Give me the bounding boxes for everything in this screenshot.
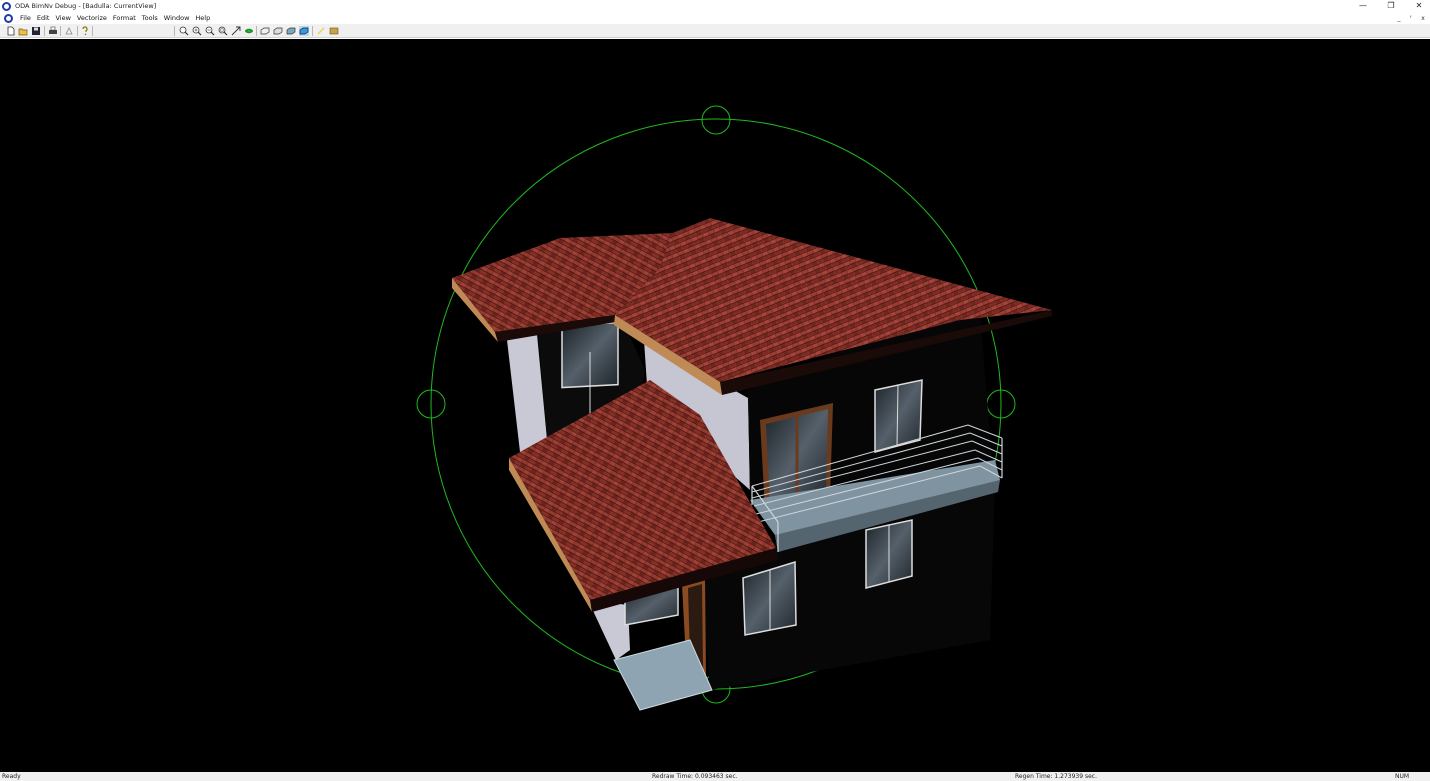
app-logo-icon xyxy=(2,1,11,11)
toolbar-separator xyxy=(77,26,78,36)
menu-vectorize[interactable]: Vectorize xyxy=(74,12,110,24)
zoom-window-icon[interactable] xyxy=(218,26,228,36)
window-upper-right xyxy=(874,379,923,453)
close-button[interactable]: ✕ xyxy=(1414,0,1424,12)
toolbar-separator xyxy=(92,26,93,36)
window-title: ODA BimNv Debug - [Badulla: CurrentView] xyxy=(15,2,157,10)
status-num-lock: NUM xyxy=(1395,773,1410,780)
doc-minimize-button[interactable]: _ xyxy=(1396,15,1402,22)
window-controls: — ❐ ✕ xyxy=(1358,0,1424,12)
orbit-icon[interactable] xyxy=(244,26,254,36)
toolbar-separator xyxy=(60,26,61,36)
toolbar-separator xyxy=(44,26,45,36)
menu-view[interactable]: View xyxy=(52,12,73,24)
toolbar-separator xyxy=(256,26,257,36)
menu-edit[interactable]: Edit xyxy=(34,12,53,24)
new-icon[interactable] xyxy=(6,26,16,36)
menu-format[interactable]: Format xyxy=(110,12,139,24)
restore-button[interactable]: ❐ xyxy=(1386,0,1396,12)
menu-window[interactable]: Window xyxy=(161,12,193,24)
toolbar-separator xyxy=(174,26,175,36)
menu-help[interactable]: Help xyxy=(192,12,213,24)
doc-close-button[interactable]: x xyxy=(1420,15,1426,22)
pan-icon[interactable] xyxy=(231,26,241,36)
print-preview-icon[interactable] xyxy=(64,26,74,36)
minimize-button[interactable]: — xyxy=(1358,0,1368,12)
doc-restore-button[interactable]: ᶠ xyxy=(1408,15,1414,22)
zoom-out-icon[interactable] xyxy=(205,26,215,36)
document-icon[interactable] xyxy=(4,13,13,23)
light-icon[interactable] xyxy=(316,26,326,36)
toolbar xyxy=(0,24,1430,38)
status-bar: Ready Redraw Time: 0.093463 sec. Regen T… xyxy=(0,772,1430,781)
zoom-extents-icon[interactable] xyxy=(179,26,189,36)
menu-bar: File Edit View Vectorize Format Tools Wi… xyxy=(0,12,1430,24)
print-icon[interactable] xyxy=(48,26,58,36)
gouraud-shaded-icon[interactable] xyxy=(299,26,309,36)
title-bar[interactable]: ODA BimNv Debug - [Badulla: CurrentView]… xyxy=(0,0,1430,12)
app-window: ODA BimNv Debug - [Badulla: CurrentView]… xyxy=(0,0,1430,781)
open-icon[interactable] xyxy=(18,26,28,36)
menu-tools[interactable]: Tools xyxy=(139,12,161,24)
status-ready: Ready xyxy=(2,773,21,780)
wireframe-icon[interactable] xyxy=(260,26,270,36)
zoom-in-icon[interactable] xyxy=(192,26,202,36)
house-model-render[interactable] xyxy=(0,39,1430,772)
help-icon[interactable] xyxy=(80,26,90,36)
model-viewport[interactable] xyxy=(0,39,1430,772)
document-window-controls: _ ᶠ x xyxy=(1396,12,1426,24)
render-icon[interactable] xyxy=(329,26,339,36)
save-icon[interactable] xyxy=(31,26,41,36)
toolbar-separator xyxy=(312,26,313,36)
menu-file[interactable]: File xyxy=(17,12,34,24)
status-regen-time: Regen Time: 1.273939 sec. xyxy=(1015,773,1097,780)
hidden-icon[interactable] xyxy=(273,26,283,36)
status-redraw-time: Redraw Time: 0.093463 sec. xyxy=(652,773,738,780)
flat-shaded-icon[interactable] xyxy=(286,26,296,36)
orbit-handle-top xyxy=(701,105,731,135)
